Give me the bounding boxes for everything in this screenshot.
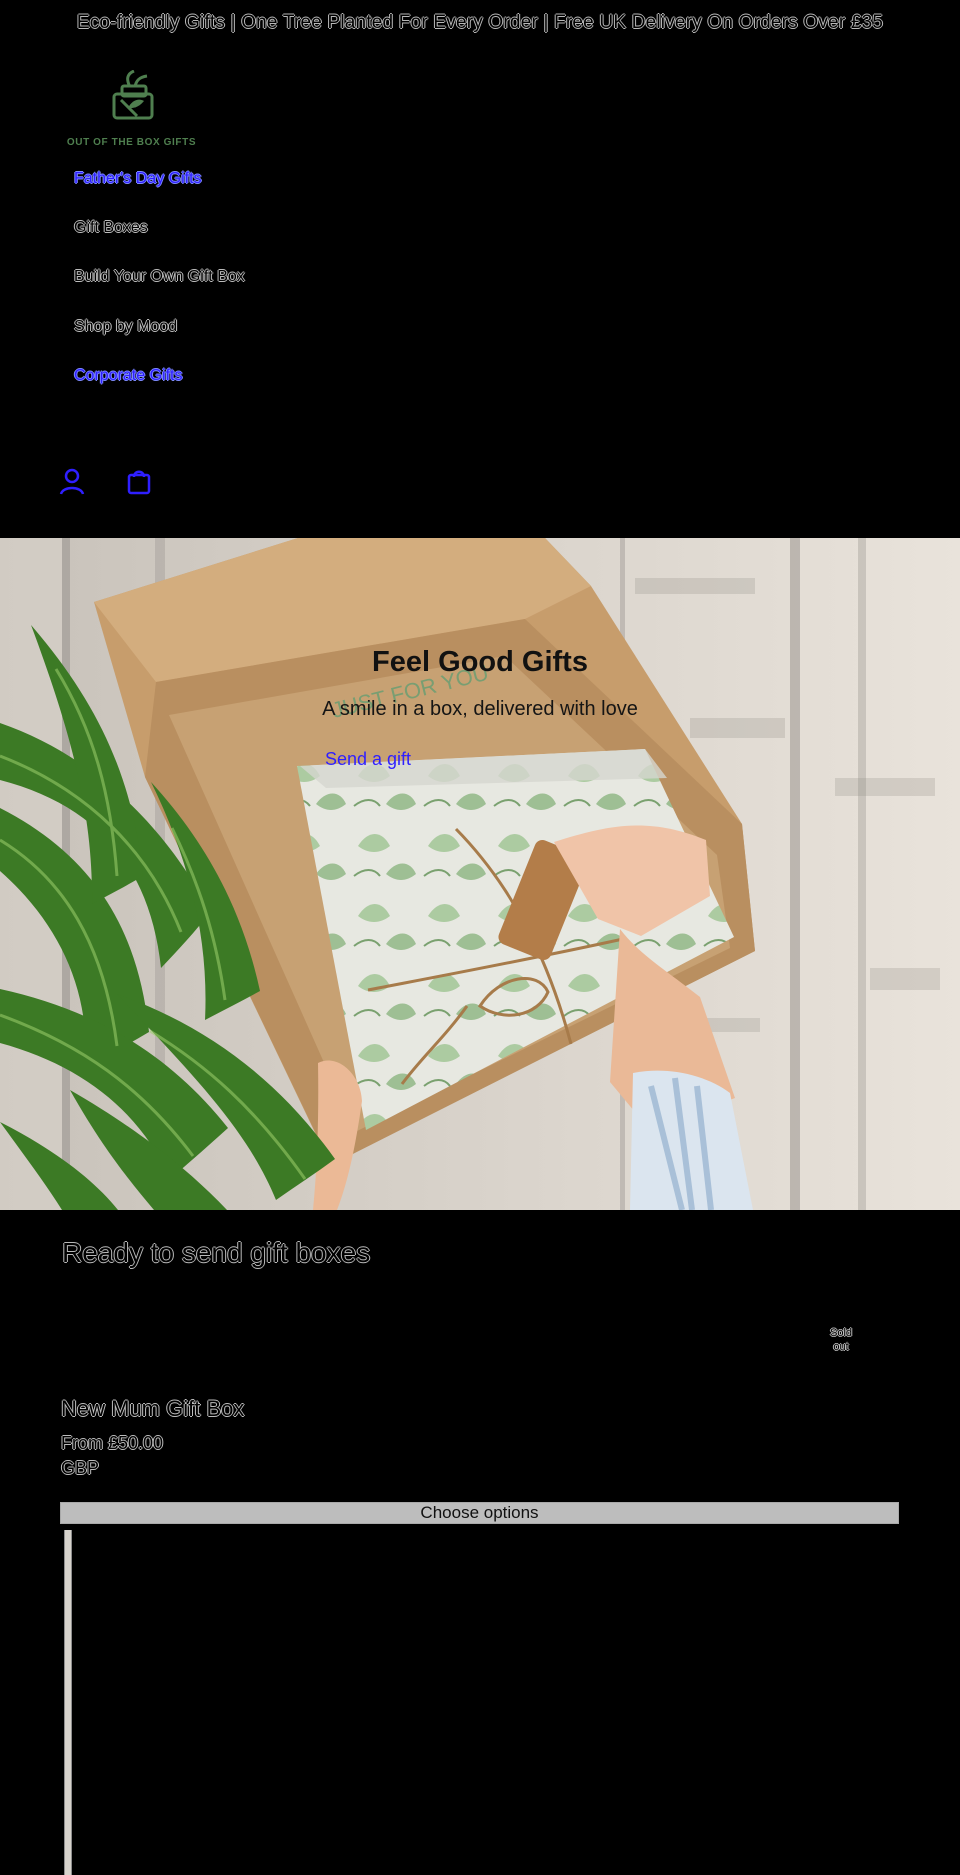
brand-name: OUT OF THE BOX GIFTS <box>66 137 197 148</box>
nav-menu-shop-by-mood[interactable]: Shop by Mood <box>74 316 177 338</box>
hero-title: Feel Good Gifts <box>372 646 588 678</box>
scroll-rail[interactable] <box>64 1530 72 1875</box>
send-a-gift-link[interactable]: Send a gift <box>325 748 411 770</box>
section-title: Ready to send gift boxes <box>62 1237 371 1268</box>
hero-image: JUST FOR YOU <box>0 538 960 1210</box>
bag-icon[interactable] <box>125 467 153 497</box>
page: Eco-friendly Gifts | One Tree Planted Fo… <box>0 0 960 1875</box>
choose-options-button[interactable]: Choose options <box>60 1502 899 1524</box>
nav-menu-gift-boxes[interactable]: Gift Boxes <box>74 217 148 239</box>
site-logo[interactable]: OUT OF THE BOX GIFTS <box>59 70 204 150</box>
nav-link-fathers-day-gifts[interactable]: Father's Day Gifts <box>74 168 202 190</box>
account-icon[interactable] <box>58 467 86 497</box>
product-currency: GBP <box>61 1458 100 1478</box>
sold-out-badge: Sold out <box>829 1327 853 1353</box>
nav-link-corporate-gifts[interactable]: Corporate Gifts <box>74 365 182 387</box>
product-price: From £50.00 <box>61 1433 164 1453</box>
announcement-bar: Eco-friendly Gifts | One Tree Planted Fo… <box>76 12 884 33</box>
hero-banner: JUST FOR YOU Feel Good Gifts A smile in … <box>0 538 960 1210</box>
hero-subtitle: A smile in a box, delivered with love <box>322 698 638 720</box>
gift-box-leaf-icon <box>112 70 154 120</box>
product-title[interactable]: New Mum Gift Box <box>61 1395 244 1423</box>
nav-menu-build-your-own-gift-box[interactable]: Build Your Own Gift Box <box>74 266 245 288</box>
